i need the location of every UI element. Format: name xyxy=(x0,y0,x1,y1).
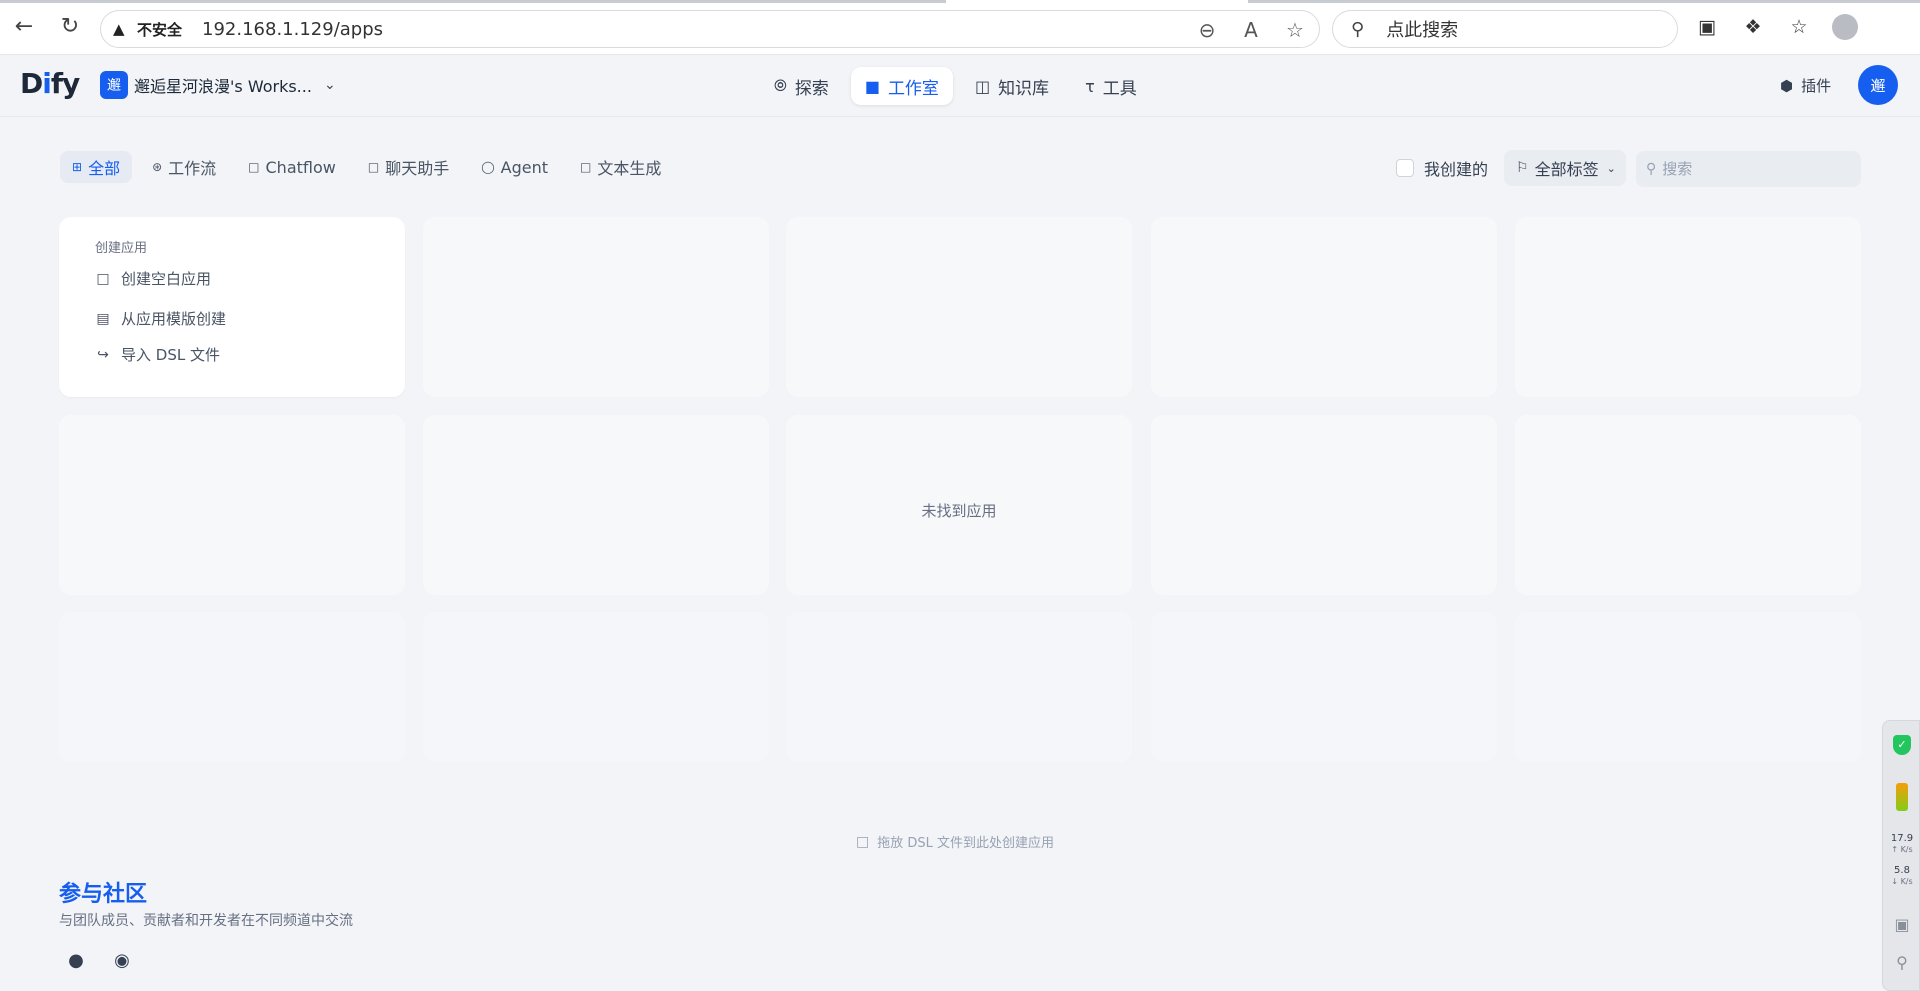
filter-all[interactable]: ⊞ 全部 xyxy=(60,151,133,183)
app-card-placeholder xyxy=(59,415,405,595)
upload-speed: 17.9 ↑ K/s xyxy=(1890,833,1914,854)
network-monitor-widget[interactable]: ✓ 17.9 ↑ K/s 5.8 ↓ K/s ▣ ⚲ xyxy=(1882,720,1920,991)
workspace-selector[interactable]: 邂 邂逅星河浪漫's Works... ⌄ xyxy=(100,71,336,99)
app-card-placeholder xyxy=(1151,612,1497,762)
tag-icon: ⚐ xyxy=(1516,160,1529,176)
github-icon[interactable]: ● xyxy=(64,948,88,972)
warning-icon: ▲ xyxy=(113,20,125,38)
created-by-me-toggle[interactable]: 我创建的 xyxy=(1396,156,1488,180)
app-card-placeholder xyxy=(786,612,1132,762)
tab-strip xyxy=(1248,0,1920,3)
app-card-placeholder xyxy=(423,415,769,595)
reload-icon[interactable]: ↻ xyxy=(56,12,84,40)
tab-strip xyxy=(0,0,946,3)
app-card-placeholder xyxy=(59,612,405,762)
url-text[interactable]: 192.168.1.129/apps xyxy=(202,19,383,40)
drop-dsl-hint: □ 拖放 DSL 文件到此处创建应用 xyxy=(856,833,1055,852)
robot-icon: ■ xyxy=(864,76,880,96)
filter-workflow[interactable]: ⊛ 工作流 xyxy=(140,151,228,183)
created-by-me-checkbox[interactable] xyxy=(1396,159,1414,177)
app-card-placeholder xyxy=(1515,612,1861,762)
app-card-placeholder xyxy=(423,612,769,762)
filter-chatflow[interactable]: □ Chatflow xyxy=(236,151,348,183)
social-links: ● ◉ xyxy=(64,948,134,972)
extension-app-icon[interactable]: ▣ xyxy=(1694,14,1720,40)
nav-explore[interactable]: ⦾ 探索 xyxy=(760,67,843,105)
main-nav: ⦾ 探索 ■ 工作室 ◫ 知识库 τ 工具 xyxy=(760,67,1151,105)
create-from-template-button[interactable]: ▤ 从应用模版创建 xyxy=(95,308,226,329)
app-card-placeholder xyxy=(1151,217,1497,397)
nav-knowledge[interactable]: ◫ 知识库 xyxy=(961,67,1063,105)
meter-gauge-icon xyxy=(1896,783,1908,811)
app-card-placeholder xyxy=(1515,217,1861,397)
book-icon: ◫ xyxy=(974,76,991,96)
chatflow-icon: □ xyxy=(248,160,260,174)
browser-toolbar: ← ↻ ▲ 不安全 192.168.1.129/apps ⊖ A ☆ ⚲ 点此搜… xyxy=(0,0,1920,55)
chevron-down-icon: ⌄ xyxy=(323,77,336,93)
template-icon: ▤ xyxy=(96,310,110,327)
tag-filter-dropdown[interactable]: ⚐ 全部标签 ⌄ xyxy=(1504,150,1626,186)
security-label[interactable]: 不安全 xyxy=(137,19,182,40)
empty-state-text: 未找到应用 xyxy=(921,502,997,520)
search-icon[interactable]: ⚲ xyxy=(1892,953,1912,973)
extensions-puzzle-icon[interactable]: ❖ xyxy=(1740,14,1766,40)
filter-text-generation[interactable]: □ 文本生成 xyxy=(568,151,673,183)
cube-icon: ⬢ xyxy=(1780,76,1794,95)
app-search-input[interactable] xyxy=(1662,160,1843,178)
app-header: Dify 邂 邂逅星河浪漫's Works... ⌄ ⦾ 探索 ■ 工作室 ◫ … xyxy=(0,55,1920,117)
favorite-star-icon[interactable]: ☆ xyxy=(1283,18,1307,42)
create-app-card: 创建应用 □ 创建空白应用 ▤ 从应用模版创建 ↪ 导入 DSL 文件 xyxy=(59,217,405,397)
search-icon: ⚲ xyxy=(1351,18,1365,40)
app-search[interactable]: ⚲ xyxy=(1636,151,1861,187)
community-description: 与团队成员、贡献者和开发者在不同频道中交流 xyxy=(59,913,353,929)
dify-logo[interactable]: Dify xyxy=(20,67,80,100)
create-app-title: 创建应用 xyxy=(95,241,148,256)
new-file-icon: □ xyxy=(96,270,110,287)
back-icon[interactable]: ← xyxy=(10,12,38,40)
workspace-avatar: 邂 xyxy=(100,71,128,99)
create-blank-app-button[interactable]: □ 创建空白应用 xyxy=(95,268,211,289)
import-dsl-button[interactable]: ↪ 导入 DSL 文件 xyxy=(95,344,220,365)
agent-icon: ◯ xyxy=(481,160,495,174)
workflow-icon: ⊛ xyxy=(152,160,163,174)
address-bar[interactable]: ▲ 不安全 192.168.1.129/apps ⊖ A ☆ xyxy=(100,10,1320,48)
read-aloud-icon[interactable]: A xyxy=(1239,18,1263,42)
browser-search-placeholder: 点此搜索 xyxy=(1386,20,1459,41)
search-icon: ⚲ xyxy=(1646,161,1657,177)
screenshot-icon[interactable]: ▣ xyxy=(1892,915,1912,935)
drag-drop-icon: □ xyxy=(856,833,870,850)
explore-icon: ⦾ xyxy=(774,76,787,95)
zoom-out-icon[interactable]: ⊖ xyxy=(1195,18,1219,42)
profile-avatar-icon[interactable] xyxy=(1832,14,1858,40)
app-card-placeholder xyxy=(1515,415,1861,595)
app-card-placeholder xyxy=(1151,415,1497,595)
community-title: 参与社区 xyxy=(59,882,148,907)
user-avatar[interactable]: 邂 xyxy=(1858,65,1898,105)
app-type-filter: ⊞ 全部 ⊛ 工作流 □ Chatflow □ 聊天助手 ◯ Agent □ 文本生成 xyxy=(60,151,673,183)
download-speed: 5.8 ↓ K/s xyxy=(1891,865,1913,886)
plugin-button[interactable]: ⬢ 插件 xyxy=(1780,75,1831,96)
app-card-placeholder xyxy=(423,217,769,397)
browser-search-box[interactable]: ⚲ 点此搜索 xyxy=(1332,10,1678,48)
filter-agent[interactable]: ◯ Agent xyxy=(469,151,560,183)
shield-check-icon: ✓ xyxy=(1893,735,1911,755)
document-icon: □ xyxy=(580,160,592,174)
favorites-list-icon[interactable]: ☆ xyxy=(1786,14,1812,40)
chat-bubble-icon: □ xyxy=(367,160,380,174)
workspace-name: 邂逅星河浪漫's Works... xyxy=(134,77,312,96)
filter-chatbot[interactable]: □ 聊天助手 xyxy=(356,151,461,183)
app-card-placeholder xyxy=(786,217,1132,397)
import-icon: ↪ xyxy=(97,346,109,363)
hammer-icon: τ xyxy=(1085,76,1095,96)
discord-icon[interactable]: ◉ xyxy=(110,948,134,972)
nav-tools[interactable]: τ 工具 xyxy=(1071,67,1151,105)
nav-studio[interactable]: ■ 工作室 xyxy=(850,67,953,105)
grid-icon: ⊞ xyxy=(72,160,83,174)
chevron-down-icon: ⌄ xyxy=(1606,161,1616,175)
